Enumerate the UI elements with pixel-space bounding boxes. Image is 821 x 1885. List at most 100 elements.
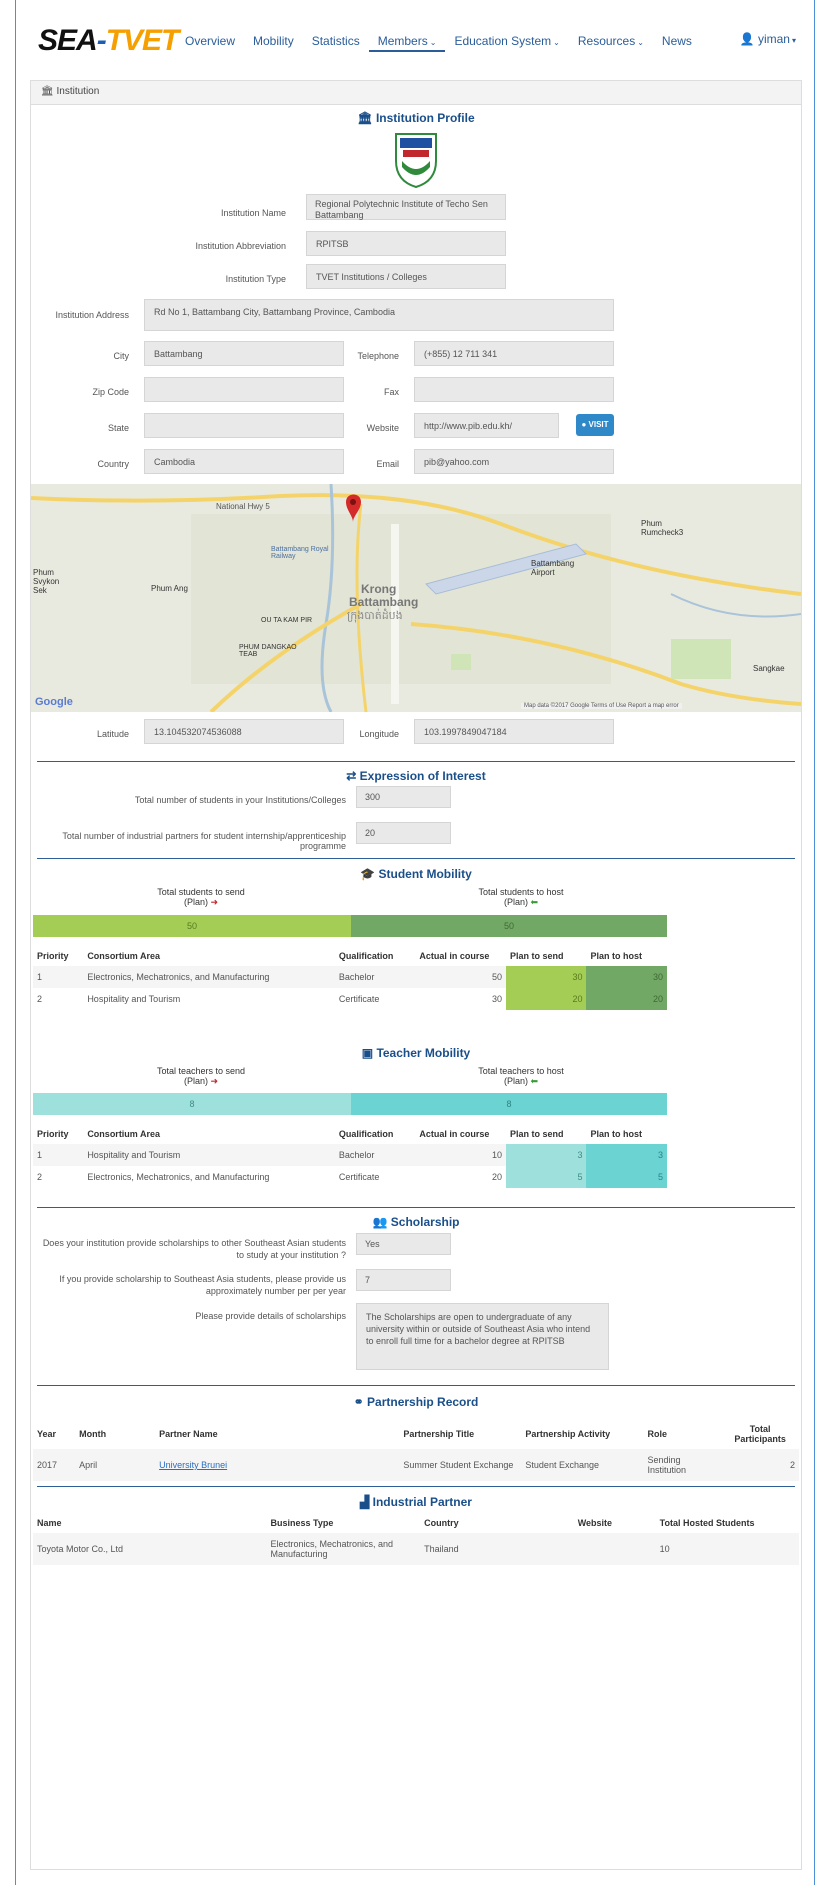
type-field[interactable]: TVET Institutions / Colleges [306,264,506,289]
map-attribution[interactable]: Map data ©2017 Google Terms of Use Repor… [521,703,682,709]
col-plan-host: Plan to host [590,1129,642,1139]
teachers-host-header: Total teachers to host (Plan) ⬅ [431,1066,611,1087]
nav-members[interactable]: Members ⌄ [368,32,446,52]
zip-field[interactable] [144,377,344,402]
longitude-label: Longitude [359,729,399,739]
cell-participants: 2 [721,1449,799,1481]
user-menu[interactable]: 👤 yiman ▾ [740,32,796,46]
cell-plan-host: 30 [586,966,667,988]
logo-tvet: TVET [105,24,180,57]
panel-title: Institution [56,86,100,97]
site-logo[interactable]: SEA-TVET [38,24,180,58]
cell-qualification: Bachelor [334,966,416,988]
map-label-sangkae: Sangkae [753,664,785,673]
city-field[interactable]: Battambang [144,341,344,366]
table-row: Toyota Motor Co., Ltd Electronics, Mecha… [33,1533,799,1565]
telephone-field[interactable]: (+855) 12 711 341 [414,341,614,366]
scholarship-title-text: Scholarship [390,1215,460,1229]
table-row: 2 Electronics, Mechatronics, and Manufac… [33,1166,667,1188]
abbreviation-field[interactable]: RPITSB [306,231,506,256]
chart-icon: ▟ [360,1495,370,1509]
students-count-field[interactable]: 300 [356,786,451,808]
latitude-field[interactable]: 13.104532074536088 [144,719,344,744]
teachers-send-sub: (Plan) [183,1076,208,1086]
country-field[interactable]: Cambodia [144,449,344,474]
students-host-sub: (Plan) [503,897,528,907]
state-field[interactable] [144,413,344,438]
scholarship-details-field[interactable]: The Scholarships are open to undergradua… [356,1303,609,1370]
cell-title: Summer Student Exchange [399,1449,522,1481]
nav-mobility[interactable]: Mobility [244,32,303,52]
divider [37,1385,795,1386]
industrial-title: ▟ Industrial Partner [31,1495,801,1509]
nav-statistics[interactable]: Statistics [303,32,369,52]
student-mobility-title-text: Student Mobility [378,867,472,881]
interest-title-text: Expression of Interest [359,769,486,783]
col-role: Role [647,1429,668,1439]
cell-plan-send: 30 [505,966,587,988]
user-icon: 👤 [739,32,755,46]
col-qualification: Qualification [338,1129,394,1139]
nav-news[interactable]: News [653,32,701,52]
user-name: yiman [757,32,790,46]
email-field[interactable]: pib@yahoo.com [414,449,614,474]
cell-name: Toyota Motor Co., Ltd [33,1533,267,1565]
teacher-mobility-table: Priority Consortium Area Qualification A… [33,1124,667,1188]
divider [37,1486,795,1487]
teachers-send-total-bar: 8 [33,1093,351,1115]
col-activity: Partnership Activity [525,1429,611,1439]
students-host-total-bar: 50 [351,915,667,937]
institution-name-field[interactable]: Regional Polytechnic Institute of Techo … [306,194,506,220]
partnership-title: ⚭ Partnership Record [31,1395,801,1409]
visit-label: VISIT [588,420,609,429]
cell-role: Sending Institution [643,1449,722,1481]
caret-down-icon: ▾ [791,36,796,45]
teacher-mobility-title: ▣ Teacher Mobility [31,1046,801,1060]
col-website: Website [577,1518,613,1528]
state-label: State [107,423,129,433]
nav-resources[interactable]: Resources ⌄ [569,32,653,52]
cell-business-type: Electronics, Mechatronics, and Manufactu… [266,1533,421,1565]
website-field[interactable]: http://www.pib.edu.kh/ [414,413,559,438]
col-business-type: Business Type [270,1518,334,1528]
col-month: Month [79,1429,107,1439]
cell-qualification: Certificate [338,994,380,1004]
partners-count-label: Total number of industrial partners for … [62,831,346,851]
map-label-phum-rumcheck: Phum Rumcheck3 [641,519,684,537]
scholarship-q2-field[interactable]: 7 [356,1269,451,1291]
map-label-dangkao: PHUM DANGKAO TEAB [239,644,297,658]
col-year: Year [37,1429,57,1439]
col-plan-host: Plan to host [590,951,642,961]
nav-overview[interactable]: Overview [176,32,244,52]
map-label-phum-ang: Phum Ang [151,584,188,593]
country-label: Country [97,459,129,469]
industrial-title-text: Industrial Partner [372,1495,472,1509]
logo-dash: - [96,24,107,57]
students-send-total-bar: 50 [33,915,351,937]
address-field[interactable]: Rd No 1, Battambang City, Battambang Pro… [144,299,614,331]
location-map[interactable]: National Hwy 5 Krong Battambang ក្រុងបាត… [31,484,801,712]
nav-members-label: Members [377,34,428,48]
divider [37,858,795,859]
col-participants: Total Participants [734,1424,786,1444]
exchange-icon: ⇄ [346,769,357,783]
longitude-field[interactable]: 103.1997849047184 [414,719,614,744]
scholarship-title: 👥 Scholarship [31,1215,801,1229]
col-actual: Actual in course [419,951,490,961]
zip-label: Zip Code [92,387,129,397]
map-label-hwy5: National Hwy 5 [216,502,270,511]
col-name: Name [37,1518,62,1528]
fax-field[interactable] [414,377,614,402]
partners-count-field[interactable]: 20 [356,822,451,844]
institution-logo [393,131,439,189]
cell-actual: 10 [415,1144,506,1166]
scholarship-q1-field[interactable]: Yes [356,1233,451,1255]
partner-link[interactable]: University Brunei [159,1460,227,1470]
teachers-send-header: Total teachers to send (Plan) ➜ [111,1066,291,1087]
chevron-down-icon: ⌄ [429,38,437,47]
visit-button[interactable]: ● VISIT [576,414,614,436]
cell-area: Hospitality and Tourism [83,1144,335,1166]
graduation-cap-icon: 🎓 [360,867,376,881]
cell-actual: 50 [415,966,506,988]
nav-education-system[interactable]: Education System ⌄ [445,32,568,52]
